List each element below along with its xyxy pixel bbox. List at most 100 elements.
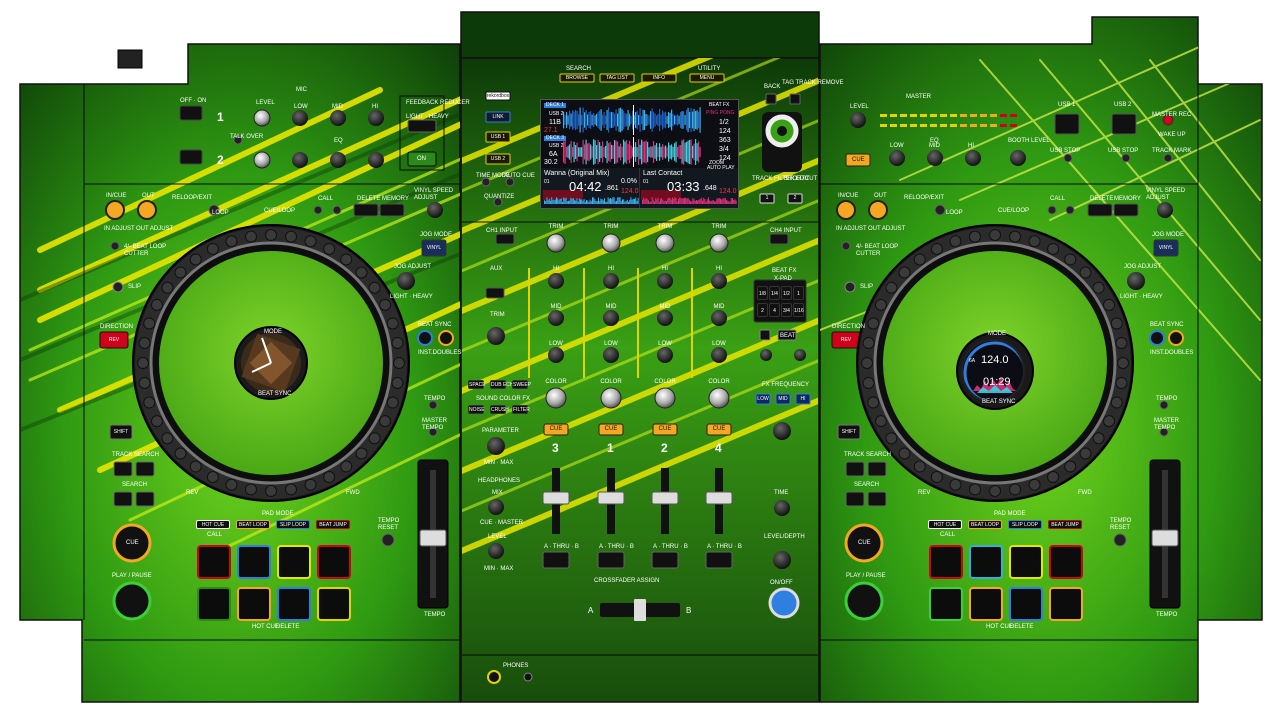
waveform-bar (576, 111, 578, 129)
waveform-bar (648, 115, 650, 125)
fx-filter-button[interactable]: FILTER (512, 405, 530, 414)
jog-platter-dot (989, 485, 1001, 497)
hot-key-1[interactable]: 1 (760, 195, 774, 201)
fx-low-button[interactable]: LOW (756, 396, 770, 402)
performance-pad (929, 545, 963, 579)
overview-bar (610, 197, 611, 204)
overview-bar (691, 201, 693, 204)
fx-mid-button[interactable]: MID (776, 396, 790, 402)
usb2-button[interactable]: USB 2 (486, 156, 510, 162)
xpad-button[interactable]: 1/16 (793, 303, 804, 317)
hi-label: HI (716, 266, 722, 272)
waveform-bar (576, 142, 578, 162)
delete-pad-l: DELETE (276, 624, 300, 630)
jog-platter-dot (150, 298, 163, 311)
jog-platter-dot (867, 396, 880, 409)
overview-bar (661, 198, 663, 204)
deck3-tag: DECK 3 (544, 135, 567, 141)
browse-button[interactable]: BROWSE (560, 75, 594, 81)
color-knob (600, 387, 622, 409)
master-mid-label: MID (929, 143, 940, 149)
delete-r: DELETE (1090, 196, 1114, 202)
cue-button-label[interactable]: CUE (707, 426, 731, 433)
waveform-bar (687, 140, 689, 164)
slip-loop-mode-r[interactable]: SLIP LOOP (1008, 520, 1042, 529)
vinyl-button-l[interactable]: VINYL (422, 245, 446, 251)
shift-button-l[interactable]: SHIFT (110, 429, 132, 435)
waveform-bar (600, 145, 602, 159)
shift-button-r[interactable]: SHIFT (838, 429, 860, 435)
fx-hi-button[interactable]: HI (796, 396, 810, 402)
meter-led (950, 124, 957, 127)
cue-button-label[interactable]: CUE (599, 426, 623, 433)
xpad-button[interactable]: 2 (757, 303, 768, 317)
beat-loop-mode-r[interactable]: BEAT LOOP (968, 520, 1002, 529)
overview-bar (599, 201, 601, 204)
tag-list-button[interactable]: TAG LIST (600, 75, 634, 81)
mic-level-label: LEVEL (256, 100, 275, 106)
mic-on-button[interactable]: ON (417, 156, 426, 163)
fx-crush-button[interactable]: CRUSH (490, 405, 509, 414)
cue-button-l[interactable]: CUE (126, 540, 139, 547)
usb1-button[interactable]: USB 1 (486, 134, 510, 140)
menu-button[interactable]: MENU (690, 75, 724, 81)
rev-button-l[interactable]: REV (100, 337, 128, 343)
crossfader-assign-switch (705, 551, 733, 569)
cue-button-label[interactable]: CUE (653, 426, 677, 433)
fx-dub-echo-button[interactable]: DUB ECHO (490, 380, 517, 389)
usb2-label: USB 2 (1114, 102, 1132, 108)
meter-led (920, 114, 927, 117)
xpad-button[interactable]: 4 (769, 303, 780, 317)
overview-bar (548, 198, 550, 204)
overview-bar (583, 199, 585, 204)
jog-platter-dot (1115, 336, 1128, 349)
overview-bar (580, 199, 581, 204)
info-button[interactable]: INFO (642, 75, 676, 81)
slip-loop-mode-l[interactable]: SLIP LOOP (276, 520, 310, 529)
hot-cue-mode-l[interactable]: HOT CUE (196, 520, 230, 529)
xpad-button[interactable]: 1/4 (769, 286, 780, 300)
jog-platter-dot (323, 471, 336, 484)
beat-loop-mode-l[interactable]: BEAT LOOP (236, 520, 270, 529)
trim-knob (655, 233, 675, 253)
overview-bar (606, 201, 608, 204)
beat-jump-mode-r[interactable]: BEAT JUMP (1048, 520, 1082, 529)
overview-bar (711, 200, 713, 204)
xpad-button[interactable]: 1/8 (757, 286, 768, 300)
waveform-bar (645, 114, 647, 126)
waveform-bar (609, 141, 611, 163)
waveform-bar (636, 147, 638, 157)
tempo-label-l: TEMPO (424, 396, 446, 402)
meter-led (890, 114, 897, 117)
waveform-bar (675, 141, 677, 163)
overview-bar (618, 197, 620, 204)
waveform-bar (678, 145, 680, 159)
xpad-button[interactable]: 1/2 (781, 286, 792, 300)
waveform-bar (629, 140, 631, 164)
master-tempo-l: MASTER TEMPO (422, 418, 448, 431)
jog-platter-dot (885, 432, 898, 445)
waveform-bar (674, 143, 676, 161)
link-button[interactable]: LINK (486, 114, 510, 120)
overview-bar (703, 197, 705, 204)
fx-space-button[interactable]: SPACE (468, 380, 486, 389)
waveform-bar (567, 115, 569, 125)
vinyl-button-r[interactable]: VINYL (1154, 245, 1178, 251)
fx-noise-button[interactable]: NOISE (468, 405, 485, 414)
cue-button-r[interactable]: CUE (858, 540, 871, 547)
waveform-bar (657, 147, 659, 157)
jog-platter-dot (1009, 230, 1022, 243)
cue-button-label[interactable]: CUE (544, 426, 568, 433)
hot-key-2[interactable]: 2 (788, 195, 802, 201)
xpad-button[interactable]: 3/4 (781, 303, 792, 317)
overview-bar (596, 201, 598, 204)
rev-button-r[interactable]: REV (832, 337, 860, 343)
jog-platter-dot (898, 266, 911, 279)
waveform-bar (686, 110, 688, 130)
trim-label: TRIM (711, 224, 727, 230)
master-cue-button[interactable]: CUE (852, 157, 865, 164)
beat-jump-mode-l[interactable]: BEAT JUMP (316, 520, 350, 529)
fx-sweep-button[interactable]: SWEEP (512, 380, 531, 389)
hot-cue-mode-r[interactable]: HOT CUE (928, 520, 962, 529)
xpad-button[interactable]: 1 (793, 286, 804, 300)
